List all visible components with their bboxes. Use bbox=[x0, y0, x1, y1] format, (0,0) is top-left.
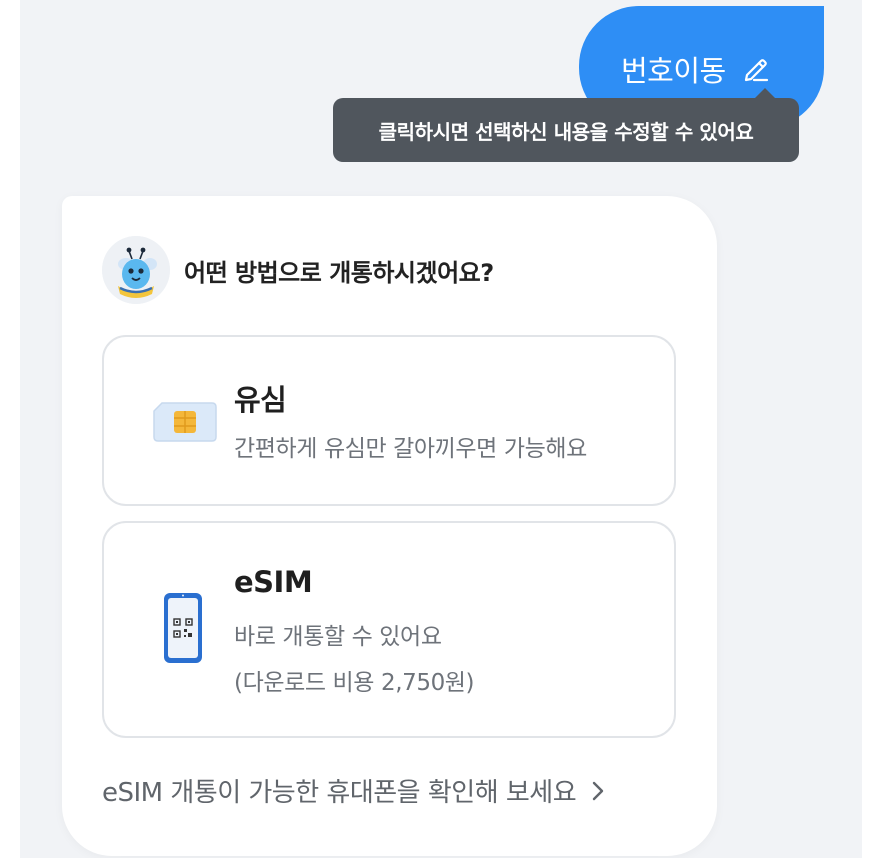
option-usim-title: 유심 bbox=[234, 383, 287, 417]
user-message-label: 번호이동 bbox=[621, 54, 726, 88]
bot-header: 어떤 방법으로 개통하시겠어요? bbox=[102, 236, 494, 304]
bot-message-card: 어떤 방법으로 개통하시겠어요? 유심 간편하게 유심만 갈아끼우면 가능해요 bbox=[62, 196, 717, 856]
chevron-right-icon bbox=[592, 781, 604, 800]
option-esim-title: eSIM bbox=[234, 565, 313, 599]
option-esim-price-note: (다운로드 비용 2,750원) bbox=[234, 670, 475, 696]
esim-compatible-phone-link-label: eSIM 개통이 가능한 휴대폰을 확인해 보세요 bbox=[102, 778, 577, 808]
usim-card-icon bbox=[153, 402, 217, 442]
esim-phone-qr-icon bbox=[164, 593, 202, 663]
bee-mascot-avatar bbox=[102, 236, 170, 304]
option-usim-description: 간편하게 유심만 갈아끼우면 가능해요 bbox=[234, 436, 587, 462]
user-message-content: 번호이동 bbox=[621, 48, 770, 90]
option-usim-card[interactable]: 유심 간편하게 유심만 갈아끼우면 가능해요 bbox=[102, 335, 676, 506]
chat-column: 번호이동 클릭하시면 선택하신 내용을 수정할 수 있어요 어떤 방법으로 개통… bbox=[20, 0, 862, 858]
edit-pencil-icon[interactable] bbox=[742, 55, 770, 83]
option-esim-description: 바로 개통할 수 있어요 bbox=[234, 624, 442, 650]
edit-hint-tooltip: 클릭하시면 선택하신 내용을 수정할 수 있어요 bbox=[333, 98, 799, 162]
esim-compatible-phone-link[interactable]: eSIM 개통이 가능한 휴대폰을 확인해 보세요 bbox=[102, 772, 606, 809]
bot-question-text: 어떤 방법으로 개통하시겠어요? bbox=[184, 258, 494, 287]
option-esim-card[interactable]: eSIM 바로 개통할 수 있어요 (다운로드 비용 2,750원) bbox=[102, 521, 676, 738]
